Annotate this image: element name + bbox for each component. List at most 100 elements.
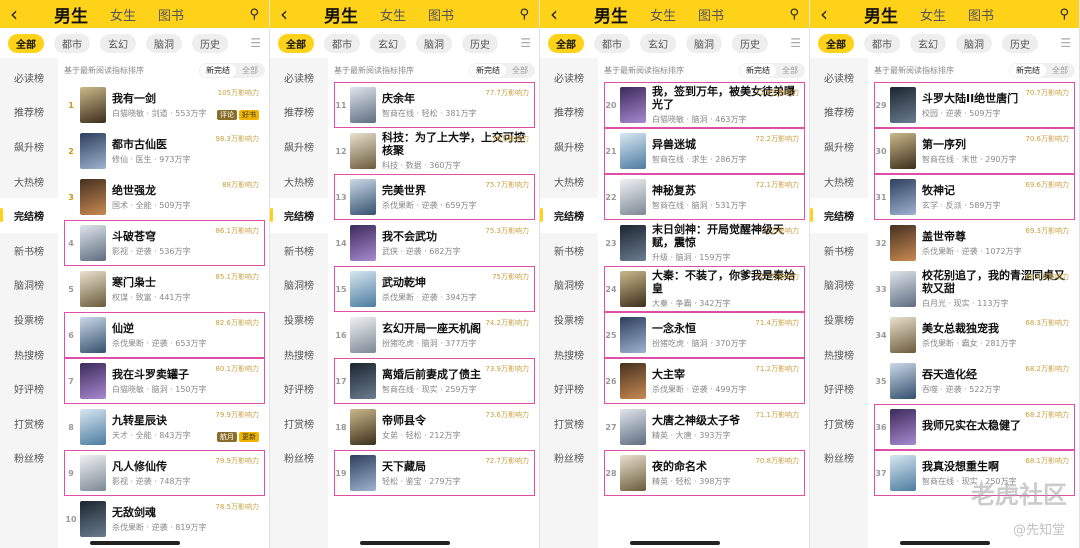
book-row[interactable]: 19 天下藏局 轻松 · 鉴宝 · 279万字 72.7万影响力 <box>334 450 535 496</box>
book-row[interactable]: 1 我有一剑 白猫晓敏 · 剑道 · 553万字 105万影响力 评论 好书 <box>64 82 265 128</box>
sidebar-item[interactable]: 新书榜 <box>0 233 58 268</box>
sidebar-item[interactable]: 热搜榜 <box>540 337 598 372</box>
sidebar-item[interactable]: 粉丝榜 <box>270 441 328 476</box>
tab-books[interactable]: 图书 <box>968 5 994 24</box>
tab-female[interactable]: 女生 <box>920 5 946 24</box>
menu-icon[interactable]: ☰ <box>520 36 531 50</box>
book-cover[interactable] <box>620 179 646 215</box>
chevron-left-icon[interactable]: ‹ <box>820 4 846 24</box>
sidebar-item[interactable]: 飙升榜 <box>270 129 328 164</box>
book-cover[interactable] <box>350 363 376 399</box>
sidebar-item[interactable]: 推荐榜 <box>810 95 868 130</box>
book-cover[interactable] <box>350 317 376 353</box>
book-row[interactable]: 4 斗破苍穹 影视 · 逆袭 · 536万字 86.1万影响力 <box>64 220 265 266</box>
toggle-option[interactable]: 新完结 <box>1010 63 1046 77</box>
chevron-left-icon[interactable]: ‹ <box>280 4 306 24</box>
category-chip[interactable]: 脑洞 <box>146 33 182 53</box>
book-row[interactable]: 14 我不会武功 武侠 · 逆袭 · 682万字 75.3万影响力 <box>334 220 535 266</box>
category-chip[interactable]: 玄幻 <box>100 33 136 53</box>
book-row[interactable]: 18 帝师县令 女弟 · 轻松 · 212万字 73.6万影响力 <box>334 404 535 450</box>
book-cover[interactable] <box>350 179 376 215</box>
tab-female[interactable]: 女生 <box>110 5 136 24</box>
tab-female[interactable]: 女生 <box>650 5 676 24</box>
book-cover[interactable] <box>620 363 646 399</box>
book-cover[interactable] <box>890 317 916 353</box>
book-cover[interactable] <box>890 133 916 169</box>
book-row[interactable]: 20 我，签到万年，被美女徒弟曝光了 白猫晓敏 · 脑洞 · 463万字 72.6万影… <box>604 82 805 128</box>
book-cover[interactable] <box>890 225 916 261</box>
book-row[interactable]: 31 牧神记 玄学 · 反派 · 589万字 69.6万影响力 <box>874 174 1075 220</box>
book-cover[interactable] <box>80 133 106 169</box>
book-cover[interactable] <box>80 409 106 445</box>
book-cover[interactable] <box>80 179 106 215</box>
sidebar-item[interactable]: 大热榜 <box>270 164 328 199</box>
category-chip[interactable]: 玄幻 <box>910 33 946 53</box>
book-cover[interactable] <box>890 363 916 399</box>
category-chip[interactable]: 历史 <box>732 33 768 53</box>
completion-toggle[interactable]: 新完结 全部 <box>469 62 535 78</box>
sidebar-item[interactable]: 投票榜 <box>540 302 598 337</box>
book-cover[interactable] <box>620 87 646 123</box>
sidebar-item[interactable]: 必读榜 <box>270 60 328 95</box>
sidebar-item[interactable]: 热搜榜 <box>270 337 328 372</box>
search-icon[interactable]: ⚲ <box>789 7 799 22</box>
sidebar-item[interactable]: 推荐榜 <box>540 95 598 130</box>
chevron-left-icon[interactable]: ‹ <box>550 4 576 24</box>
sidebar-item[interactable]: 必读榜 <box>810 60 868 95</box>
sidebar-item[interactable]: 必读榜 <box>0 60 58 95</box>
category-chip[interactable]: 全部 <box>278 33 314 53</box>
completion-toggle[interactable]: 新完结 全部 <box>1009 62 1075 78</box>
toggle-option[interactable]: 新完结 <box>200 63 236 77</box>
category-chip[interactable]: 脑洞 <box>956 33 992 53</box>
sidebar-item[interactable]: 推荐榜 <box>270 95 328 130</box>
category-chip[interactable]: 都市 <box>54 33 90 53</box>
book-row[interactable]: 28 夜的命名术 精英 · 轻松 · 398万字 70.8万影响力 <box>604 450 805 496</box>
sidebar-item[interactable]: 大热榜 <box>810 164 868 199</box>
category-chip[interactable]: 历史 <box>1002 33 1038 53</box>
sidebar-item[interactable]: 必读榜 <box>540 60 598 95</box>
sidebar-item[interactable]: 完结榜 <box>270 198 328 233</box>
book-cover[interactable] <box>80 271 106 307</box>
tab-books[interactable]: 图书 <box>428 5 454 24</box>
sidebar-item[interactable]: 脑洞榜 <box>270 268 328 303</box>
toggle-option[interactable]: 全部 <box>1046 64 1074 77</box>
book-cover[interactable] <box>350 409 376 445</box>
book-cover[interactable] <box>620 455 646 491</box>
search-icon[interactable]: ⚲ <box>519 7 529 22</box>
book-row[interactable]: 12 科技：为了上大学，上交可控核聚 科技 · 数据 · 360万字 76万影响力 <box>334 128 535 174</box>
sidebar-item[interactable]: 好评榜 <box>270 371 328 406</box>
tab-books[interactable]: 图书 <box>698 5 724 24</box>
sidebar-item[interactable]: 投票榜 <box>270 302 328 337</box>
book-title[interactable]: 我师兄实在太稳健了 <box>922 419 1075 432</box>
sidebar-item[interactable]: 粉丝榜 <box>0 441 58 476</box>
toggle-option[interactable]: 全部 <box>236 64 264 77</box>
book-row[interactable]: 3 绝世强龙 国术 · 全能 · 509万字 88万影响力 <box>64 174 265 220</box>
book-row[interactable]: 36 我师兄实在太稳健了 68.2万影响力 <box>874 404 1075 450</box>
book-row[interactable]: 26 大主宰 杀伐果断 · 逆袭 · 499万字 71.2万影响力 <box>604 358 805 404</box>
toggle-option[interactable]: 新完结 <box>740 63 776 77</box>
tab-books[interactable]: 图书 <box>158 5 184 24</box>
sidebar-item[interactable]: 脑洞榜 <box>540 268 598 303</box>
book-cover[interactable] <box>890 409 916 445</box>
sidebar-item[interactable]: 好评榜 <box>0 371 58 406</box>
sidebar-item[interactable]: 投票榜 <box>810 302 868 337</box>
sidebar-item[interactable]: 脑洞榜 <box>810 268 868 303</box>
book-row[interactable]: 27 大唐之神级太子爷 精英 · 大唐 · 393万字 71.1万影响力 <box>604 404 805 450</box>
book-row[interactable]: 7 我在斗罗卖罐子 白猫晓敏 · 脑洞 · 150万字 80.1万影响力 <box>64 358 265 404</box>
book-row[interactable]: 30 第一序列 智商在线 · 末世 · 290万字 70.6万影响力 <box>874 128 1075 174</box>
tab-male[interactable]: 男生 <box>594 2 628 27</box>
category-chip[interactable]: 玄幻 <box>640 33 676 53</box>
book-cover[interactable] <box>80 455 106 491</box>
sidebar-item[interactable]: 热搜榜 <box>810 337 868 372</box>
book-row[interactable]: 10 无敌剑魂 杀伐果断 · 逆袭 · 819万字 78.5万影响力 <box>64 496 265 542</box>
book-row[interactable]: 13 完美世界 杀伐果断 · 逆袭 · 659万字 75.7万影响力 <box>334 174 535 220</box>
sidebar-item[interactable]: 打赏榜 <box>540 406 598 441</box>
sidebar-item[interactable]: 飙升榜 <box>540 129 598 164</box>
sidebar-item[interactable]: 粉丝榜 <box>540 441 598 476</box>
category-chip[interactable]: 脑洞 <box>686 33 722 53</box>
sidebar-item[interactable]: 推荐榜 <box>0 95 58 130</box>
tab-female[interactable]: 女生 <box>380 5 406 24</box>
book-cover[interactable] <box>620 271 646 307</box>
book-row[interactable]: 22 神秘复苏 智商在线 · 脑洞 · 531万字 72.1万影响力 <box>604 174 805 220</box>
book-cover[interactable] <box>80 317 106 353</box>
